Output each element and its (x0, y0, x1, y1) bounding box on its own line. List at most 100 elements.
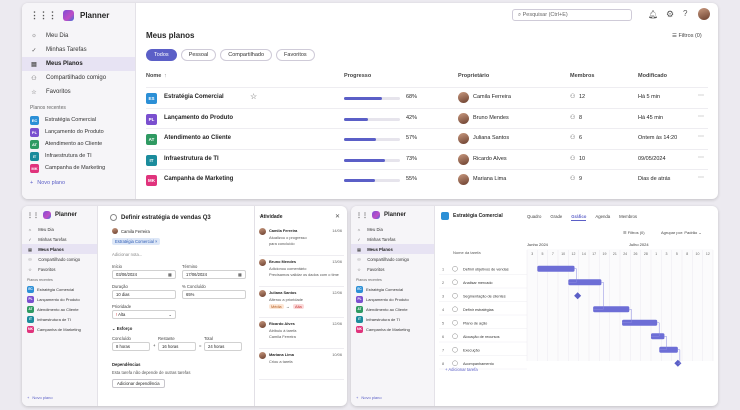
table-row[interactable]: ES Estratégia Comercial ☆ 68% Camila Ferreir… (146, 87, 708, 108)
sidebar-item-favoritos[interactable]: ☆ Favoritos (351, 264, 434, 274)
recent-plan-item[interactable]: MK Campanha de Marketing (22, 162, 135, 174)
recent-plan-item[interactable]: MK Campanha de Marketing (22, 324, 97, 334)
plan-name[interactable]: Infraestrutura de TI (164, 156, 219, 162)
task-name[interactable]: Alocação de recursos (463, 335, 500, 339)
table-row[interactable]: IT Infraestrutura de TI 73% Ricardo Alves ⚇ 1… (146, 148, 708, 170)
task-bar[interactable] (659, 346, 678, 353)
sidebar-item-favoritos[interactable]: ☆ Favoritos (22, 85, 135, 99)
plan-name[interactable]: Atendimento ao Cliente (164, 135, 231, 141)
bucket-tag[interactable]: Estratégia Comercial × (112, 238, 161, 245)
user-avatar[interactable] (698, 8, 710, 20)
sidebar-item-meu-dia[interactable]: ☼ Meu Dia (22, 224, 97, 234)
add-dependency-button[interactable]: Adicionar dependência (112, 379, 165, 388)
due-date-field[interactable]: 17/06/2024 ▦ (182, 270, 246, 279)
sidebar-item-compartilhado[interactable]: ⚇ Compartilhado comigo (22, 71, 135, 85)
task-name[interactable]: Segmentação de clientes (463, 294, 506, 298)
view-more-link[interactable] (259, 380, 344, 390)
sidebar-item-compartilhado[interactable]: ⚇ Compartilhado comigo (351, 254, 434, 264)
plan-name[interactable]: Estratégia Comercial (164, 94, 224, 100)
row-more-icon[interactable]: ⋯ (698, 133, 704, 140)
close-icon[interactable]: ✕ (335, 213, 340, 220)
tab-favoritos[interactable]: Favoritos (276, 49, 315, 61)
app-launcher-icon[interactable]: ⋮⋮⋮ (30, 10, 57, 21)
remaining-field[interactable]: 16 horas (158, 342, 196, 351)
row-more-icon[interactable]: ⋯ (698, 113, 704, 120)
tab-todos[interactable]: Todos (146, 49, 177, 61)
tab-agenda[interactable]: Agenda (595, 214, 610, 221)
sidebar-item-meus-planos[interactable]: ▤ Meus Planos (351, 244, 434, 254)
task-checkbox[interactable] (452, 279, 458, 285)
filters-button[interactable]: ☰ Filtros (0) (672, 33, 702, 39)
priority-select[interactable]: ! Alta ⌄ (112, 310, 176, 319)
col-progresso[interactable]: Progresso (344, 73, 371, 79)
plan-name[interactable]: Lançamento do Produto (164, 115, 233, 121)
start-date-field[interactable]: 03/06/2024 ▦ (112, 270, 176, 279)
tab-gráfico[interactable]: Gráfico (571, 214, 587, 221)
col-proprietario[interactable]: Proprietário (458, 73, 489, 79)
task-title[interactable]: Definir estratégia de vendas Q3 (121, 215, 211, 221)
sidebar-item-meu-dia[interactable]: ☼ Meu Dia (351, 224, 434, 234)
app-launcher-icon[interactable]: ⋮⋮ (356, 212, 368, 219)
task-checkbox[interactable] (452, 306, 458, 312)
col-modificado[interactable]: Modificado (638, 73, 667, 79)
task-bar[interactable] (568, 279, 602, 286)
sidebar-item-minhas-tarefas[interactable]: ✓ Minhas Tarefas (22, 43, 135, 57)
recent-plan-item[interactable]: MK Campanha de Marketing (351, 324, 434, 334)
recent-plan-item[interactable]: PL Lançamento do Produto (351, 294, 434, 304)
recent-plan-item[interactable]: EC Estratégia Comercial (22, 284, 97, 294)
sidebar-item-meu-dia[interactable]: ☼ Meu Dia (22, 29, 135, 43)
recent-plan-item[interactable]: IT Infraestrutura de TI (22, 150, 135, 162)
plan-name[interactable]: Campanha de Marketing (164, 176, 233, 182)
new-plan-button[interactable]: + Novo plano (27, 395, 53, 400)
task-checkbox[interactable] (452, 293, 458, 299)
done-field[interactable]: 8 horas (112, 342, 150, 351)
sidebar-item-minhas-tarefas[interactable]: ✓ Minhas Tarefas (22, 234, 97, 244)
row-more-icon[interactable]: ⋯ (698, 154, 704, 161)
group-select[interactable]: Agrupar por: Padrão ⌄ (661, 230, 702, 235)
task-bar[interactable] (622, 319, 658, 326)
sidebar-item-minhas-tarefas[interactable]: ✓ Minhas Tarefas (351, 234, 434, 244)
filters-button[interactable]: ☰ Filtros (0) (623, 230, 645, 235)
recent-plan-item[interactable]: IT Infraestrutura de TI (351, 314, 434, 324)
sidebar-item-meus-planos[interactable]: ▤ Meus Planos (22, 57, 135, 71)
milestone-diamond[interactable] (674, 359, 682, 367)
pct-field[interactable]: 65% (182, 290, 246, 299)
task-bar[interactable] (651, 333, 665, 340)
task-name[interactable]: Definir estratégias (463, 308, 494, 312)
tab-membros[interactable]: Membros (619, 214, 637, 221)
row-more-icon[interactable]: ⋯ (698, 92, 704, 99)
task-checkbox[interactable] (452, 360, 458, 366)
task-checkbox[interactable] (452, 266, 458, 272)
task-checkbox[interactable] (452, 320, 458, 326)
complete-checkbox[interactable] (110, 214, 117, 221)
task-bar[interactable] (537, 265, 575, 272)
task-name[interactable]: Plano de ação (463, 321, 487, 325)
new-plan-button[interactable]: + Novo plano (22, 174, 135, 192)
sidebar-item-meus-planos[interactable]: ▤ Meus Planos (22, 244, 97, 254)
add-note[interactable]: Adicionar nota... (112, 252, 142, 257)
new-plan-button[interactable]: + Novo plano (356, 395, 382, 400)
task-name[interactable]: Definir objetivos de vendas (463, 267, 509, 271)
col-membros[interactable]: Membros (570, 73, 594, 79)
recent-plan-item[interactable]: AT Atendimento ao Cliente (351, 304, 434, 314)
table-row[interactable]: PL Lançamento do Produto 42% Bruno Mendes ⚇ 8… (146, 107, 708, 129)
task-checkbox[interactable] (452, 333, 458, 339)
task-name[interactable]: Execução (463, 348, 480, 352)
search-box[interactable]: ⌕ Pesquisar (Ctrl+E) (512, 9, 632, 21)
tab-grade[interactable]: Grade (550, 214, 562, 221)
favorite-star-icon[interactable]: ☆ (250, 92, 257, 101)
sidebar-item-favoritos[interactable]: ☆ Favoritos (22, 264, 97, 274)
tab-compartilhado[interactable]: Compartilhado (220, 49, 273, 61)
recent-plan-item[interactable]: PL Lançamento do Produto (22, 126, 135, 138)
table-row[interactable]: MK Campanha de Marketing 55% Mariana Lima ⚇ 9… (146, 169, 708, 190)
tab-quadro[interactable]: Quadro (527, 214, 541, 221)
add-task-button[interactable]: + Adicionar tarefa (445, 367, 478, 372)
recent-plan-item[interactable]: EC Estratégia Comercial (351, 284, 434, 294)
recent-plan-item[interactable]: EC Estratégia Comercial (22, 114, 135, 126)
assignee[interactable]: Camila Ferreira (112, 228, 150, 234)
tab-pessoal[interactable]: Pessoal (180, 49, 217, 61)
recent-plan-item[interactable]: IT Infraestrutura de TI (22, 314, 97, 324)
duration-field[interactable]: 10 dias (112, 290, 176, 299)
recent-plan-item[interactable]: AT Atendimento ao Cliente (22, 304, 97, 314)
table-row[interactable]: AT Atendimento ao Cliente 57% Juliana Santo… (146, 128, 708, 149)
